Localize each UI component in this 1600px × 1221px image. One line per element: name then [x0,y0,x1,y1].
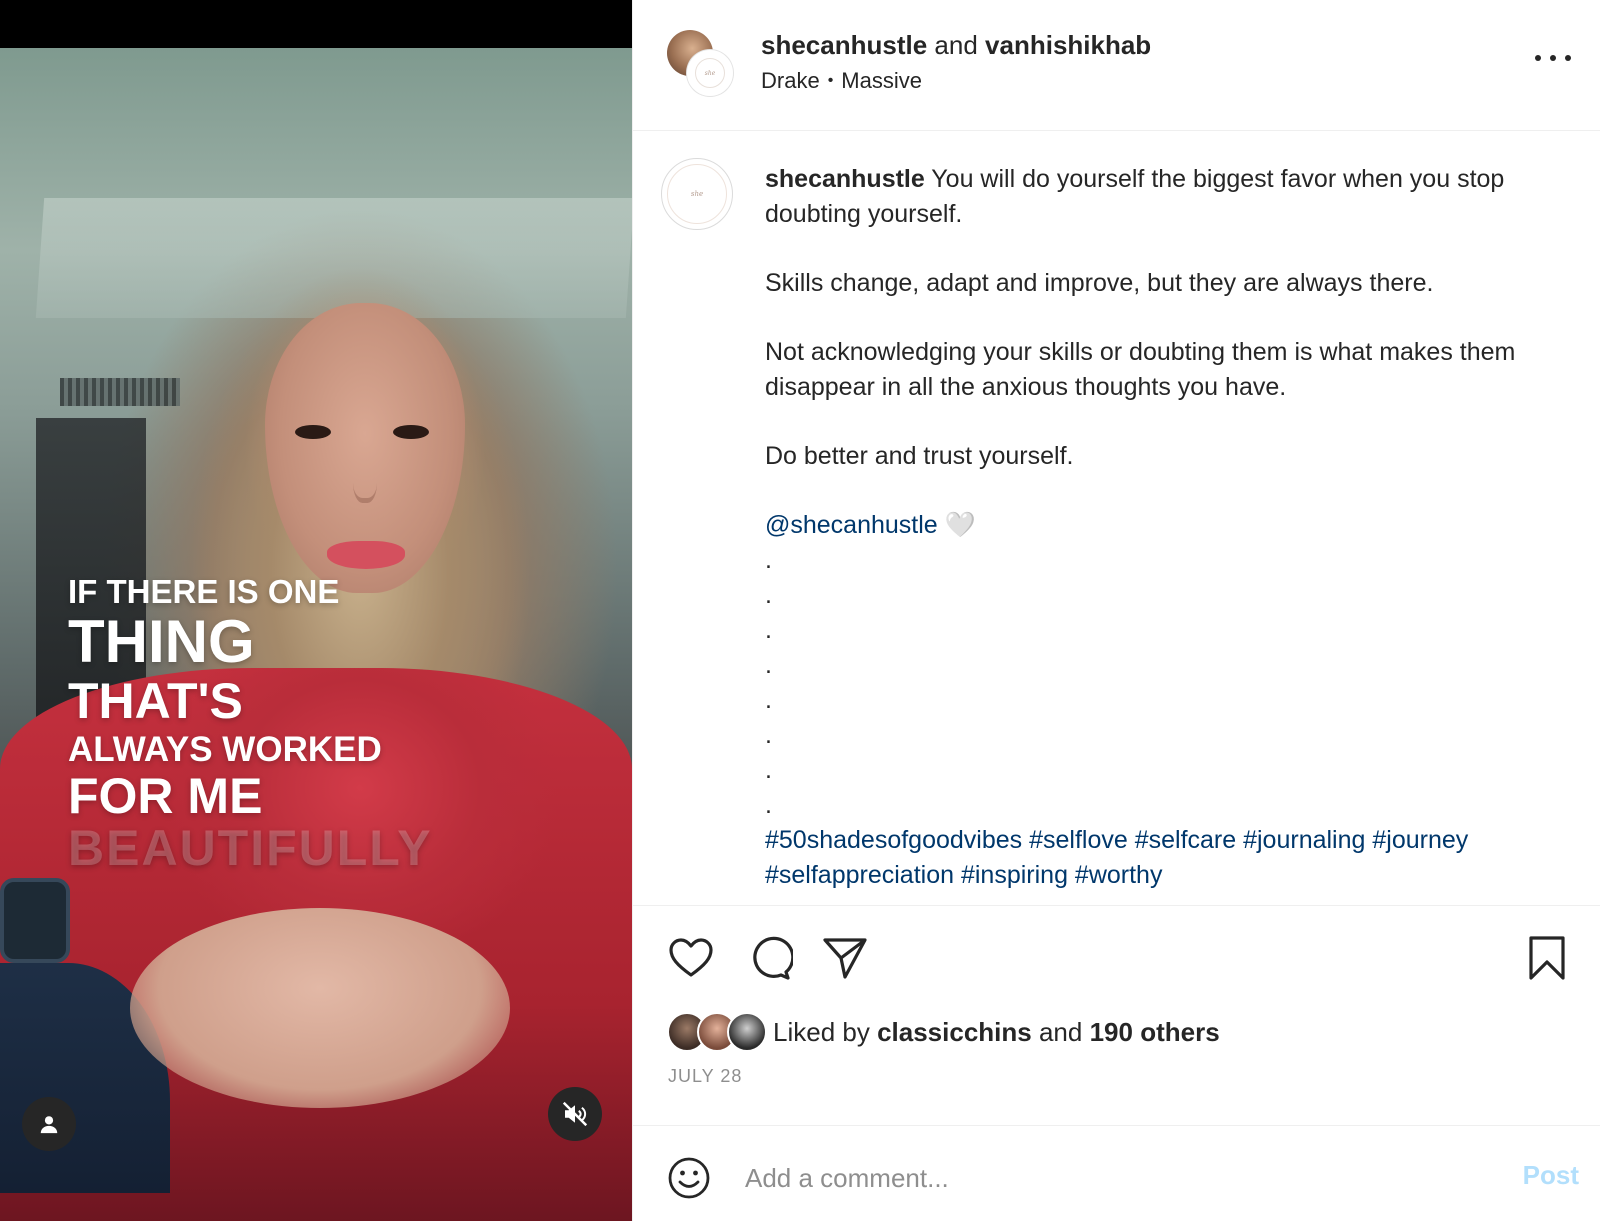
audio-info[interactable]: Drake • Massive [761,68,922,94]
post-comment-button[interactable]: Post [1523,1160,1579,1191]
save-button[interactable] [1523,934,1571,982]
hashtags[interactable]: #50shadesofgoodvibes #selflove #selfcare… [765,823,1565,893]
overlay-line: BEAUTIFULLY [68,820,433,876]
caption-dots: . . . . . . . . [765,543,1565,823]
comment-icon [753,936,795,980]
white-heart-emoji: 🤍 [944,511,976,539]
like-button[interactable] [667,934,715,982]
user-icon [40,1116,58,1134]
post-date[interactable]: JULY 28 [668,1066,742,1087]
brand-logo-icon: she [695,58,725,88]
liker-avatars [667,1012,767,1052]
paper-plane-icon [823,938,867,979]
tagged-users-button[interactable] [22,1097,76,1151]
comment-input[interactable] [745,1156,1465,1200]
caption-avatar[interactable]: she [661,158,733,230]
smiley-icon [668,1157,710,1199]
overlay-line: ALWAYS WORKED [68,730,382,769]
mute-toggle-button[interactable] [548,1087,602,1141]
dot-line: . [765,581,772,609]
caption-paragraph: @shecanhustle 🤍 [765,508,1565,543]
mention-link[interactable]: @shecanhustle [765,511,938,539]
audio-track[interactable]: Massive [841,68,922,93]
caption-username[interactable]: shecanhustle [765,165,925,193]
overlay-line: THING [68,608,255,675]
dot-line: . [765,791,772,819]
dot [1550,55,1556,61]
lips [327,541,405,569]
liker-username[interactable]: classicchins [877,1017,1032,1047]
video-player[interactable]: IF THERE IS ONE THING THAT'S ALWAYS WORK… [0,0,632,1221]
caption-scroll-area[interactable]: she shecanhustle You will do yourself th… [633,132,1600,904]
speaker-muted-icon [562,1101,588,1127]
dot-line: . [765,721,772,749]
video-text-overlay: IF THERE IS ONE THING THAT'S ALWAYS WORK… [68,575,433,873]
dot-line: . [765,756,772,784]
bookmark-icon [1529,936,1565,980]
dot-line: . [765,651,772,679]
brand-logo-icon: she [667,164,727,224]
dot-line: . [765,686,772,714]
heart-icon [669,938,713,977]
caption-paragraph: shecanhustle You will do yourself the bi… [765,162,1565,232]
author-link[interactable]: shecanhustle [761,30,927,60]
avatar [727,1012,767,1052]
avatar[interactable]: she [687,50,733,96]
likes-others-link[interactable]: 190 others [1090,1017,1220,1047]
add-comment-bar: Post [633,1125,1600,1221]
likes-prefix: Liked by [773,1016,870,1047]
likes-summary[interactable]: Liked by classicchins and 190 others [667,1011,1220,1053]
post-authors: shecanhustle and vanhishikhab [761,30,1151,61]
author-link[interactable]: vanhishikhab [985,30,1151,60]
more-options-icon[interactable] [1535,48,1571,68]
dot [1565,55,1571,61]
collab-avatars[interactable]: she [667,30,733,96]
likes-text: Liked by classicchins and 190 others [773,1017,1220,1048]
person-hands [130,908,510,1108]
caption-paragraph: Skills change, adapt and improve, but th… [765,269,1434,297]
instagram-post-modal: IF THERE IS ONE THING THAT'S ALWAYS WORK… [0,0,1600,1221]
emoji-button[interactable] [667,1156,711,1200]
overlay-line: FOR ME [68,768,263,824]
overlay-line: THAT'S [68,673,243,729]
share-button[interactable] [821,934,869,982]
smartwatch [0,878,70,963]
right-eye [393,425,429,439]
post-header: she shecanhustle and vanhishikhab Drake •… [633,0,1600,131]
nose [353,453,377,503]
authors-joiner: and [934,30,978,60]
left-eye [295,425,331,439]
post-actions: Liked by classicchins and 190 others JUL… [633,905,1600,1087]
dot [1535,55,1541,61]
post-details-panel: she shecanhustle and vanhishikhab Drake •… [632,0,1600,1221]
caption-paragraph: Do better and trust yourself. [765,442,1074,470]
audio-artist[interactable]: Drake [761,68,820,93]
overlay-line: IF THERE IS ONE [68,573,340,610]
comment-button[interactable] [745,934,795,982]
post-caption: shecanhustle You will do yourself the bi… [765,162,1565,893]
likes-joiner: and [1038,1016,1083,1047]
dot-line: . [765,546,772,574]
audio-separator: • [827,72,834,89]
background-vent [60,378,180,406]
dot-line: . [765,616,772,644]
caption-paragraph: Not acknowledging your skills or doubtin… [765,338,1516,401]
